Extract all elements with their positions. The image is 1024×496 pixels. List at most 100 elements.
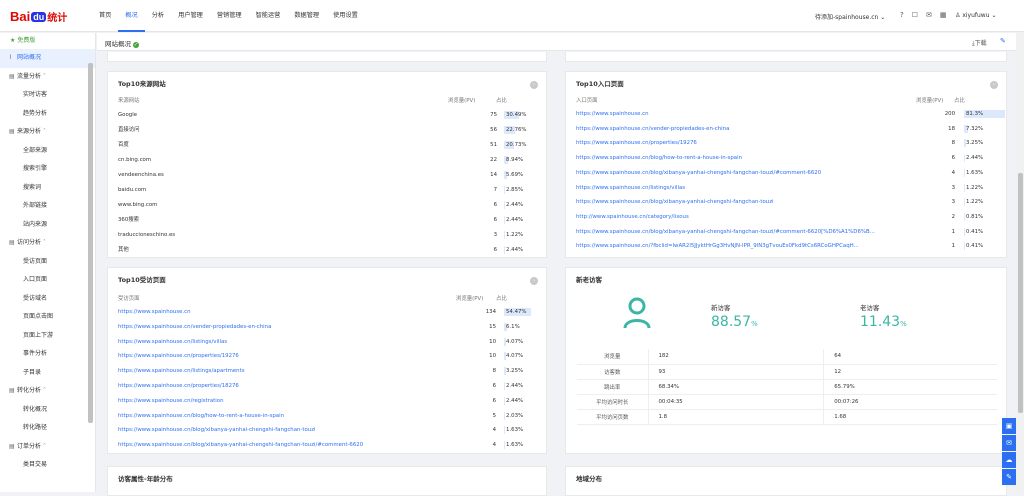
page-link[interactable]: https://www.spainhouse.cn/blog/xibanya-y…	[118, 438, 363, 452]
baidu-tongji-logo[interactable]: Baidu统计	[10, 9, 67, 23]
source-name: vendeenchina.es	[118, 168, 164, 182]
page-link[interactable]: https://www.spainhouse.cn/properties/192…	[576, 136, 697, 150]
old-visitor-pct: 11.43%	[860, 314, 907, 330]
pct-value: 1.22%	[504, 228, 523, 242]
sidebar-scrollbar[interactable]	[88, 63, 93, 423]
page-link[interactable]: https://www.spainhouse.cn	[118, 305, 191, 319]
table-row: baidu.com72.85%	[118, 183, 538, 197]
table-row: https://www.spainhouse.cn/properties/192…	[118, 349, 538, 363]
sidebar-item[interactable]: 入口页面	[0, 271, 95, 290]
page-link[interactable]: https://www.spainhouse.cn/registration	[118, 394, 223, 408]
sidebar-item[interactable]: 页面点击图	[0, 308, 95, 327]
page-link[interactable]: https://www.spainhouse.cn/properties/192…	[118, 349, 239, 363]
pct-value: 22.76%	[504, 123, 527, 137]
page-link[interactable]: https://www.spainhouse.cn	[576, 107, 649, 121]
sidebar-item[interactable]: 受访页面	[0, 253, 95, 272]
sidebar-item[interactable]: 趋势分析	[0, 105, 95, 124]
new-visitor-value: 1.8	[648, 409, 824, 424]
page-link[interactable]: https://www.spainhouse.cn/blog/how-to-re…	[118, 409, 284, 423]
help-icon[interactable]: ?	[900, 11, 904, 19]
page-link[interactable]: https://www.spainhouse.cn/blog/xibanya-y…	[118, 423, 316, 437]
page-scrollbar[interactable]	[1017, 33, 1024, 492]
page-link[interactable]: https://www.spainhouse.cn/blog/xibanya-y…	[576, 225, 875, 239]
table-row: traduccioneschino.es31.22%	[118, 228, 538, 242]
page-link[interactable]: https://www.spainhouse.cn/listings/villa…	[576, 181, 685, 195]
old-visitor-pct-value: 11.43	[860, 314, 900, 330]
nav-tab[interactable]: 概况	[118, 0, 144, 32]
phone-icon[interactable]: ☐	[912, 11, 918, 19]
main-nav: 首页概况分析用户管理营销管理智能运营数据管理使用设置	[92, 0, 365, 32]
page-link[interactable]: http://www.spainhouse.cn/category/lixous	[576, 210, 689, 224]
sidebar-item[interactable]: ▤来源分析 ˄	[0, 123, 95, 142]
nav-tab[interactable]: 分析	[145, 0, 171, 32]
nav-tab[interactable]: 智能运营	[249, 0, 288, 32]
page-scrollbar-thumb[interactable]	[1018, 173, 1023, 413]
card-title: 新老访客	[576, 274, 602, 284]
sidebar-item[interactable]: 类目交易	[0, 456, 95, 475]
sidebar-item[interactable]: 页面上下游	[0, 327, 95, 346]
page-link[interactable]: https://www.spainhouse.cn/listings/apart…	[118, 364, 245, 378]
sidebar-item[interactable]: 全部来源	[0, 142, 95, 161]
sidebar-item[interactable]: ▤访问分析 ˄	[0, 234, 95, 253]
table-row: https://www.spainhouse.cn13454.47%	[118, 305, 538, 319]
sidebar-item-label: 入口页面	[23, 276, 47, 283]
chat-icon[interactable]: ☁	[1002, 452, 1016, 468]
page-link[interactable]: https://www.spainhouse.cn/blog/how-to-re…	[576, 151, 742, 165]
nav-tab[interactable]: 首页	[92, 0, 118, 32]
sidebar-item[interactable]: 搜索词	[0, 179, 95, 198]
page-link[interactable]: https://www.spainhouse.cn/?fbclid=IwAR2l…	[576, 239, 859, 253]
calendar-icon[interactable]: ▦	[940, 11, 947, 19]
sidebar-item[interactable]: 实时访客	[0, 86, 95, 105]
sidebar-item[interactable]: 子目录	[0, 364, 95, 383]
source-name: 其他	[118, 243, 129, 257]
sidebar-item[interactable]: ▤订单分析 ˄	[0, 438, 95, 457]
site-selector[interactable]: 待添加-spainhouse.cn ⌄	[815, 12, 885, 21]
more-icon[interactable]: ›	[990, 81, 998, 89]
pv-value: 6	[935, 151, 955, 165]
nav-tab[interactable]: 营销管理	[210, 0, 249, 32]
pct-value: 2.03%	[504, 409, 523, 423]
source-name: www.bing.com	[118, 198, 157, 212]
sidebar-item[interactable]: 转化路径	[0, 419, 95, 438]
user-menu[interactable]: ♙ xiyufuwu ⌄	[955, 12, 996, 19]
mail-icon[interactable]: ✉	[1002, 435, 1016, 451]
pin-icon[interactable]: ✎	[1000, 37, 1006, 45]
page-link[interactable]: https://www.spainhouse.cn/blog/xibanya-y…	[576, 195, 774, 209]
sidebar-item[interactable]: ⌇网站概况	[0, 49, 95, 68]
table-row: https://www.spainhouse.cn/blog/xibanya-y…	[576, 166, 996, 180]
col-header-pct: 占比	[954, 96, 965, 104]
message-icon[interactable]: ✉	[926, 11, 932, 19]
sidebar-item[interactable]: 事件分析	[0, 345, 95, 364]
pct-value: 1.22%	[964, 195, 983, 209]
source-name: 直接访问	[118, 123, 140, 137]
nav-tab[interactable]: 使用设置	[326, 0, 365, 32]
page-link[interactable]: https://www.spainhouse.cn/blog/xibanya-y…	[576, 166, 821, 180]
sidebar-item[interactable]: 受访域名	[0, 290, 95, 309]
sidebar-item-label: 转化分析	[17, 387, 41, 394]
page-link[interactable]: https://www.spainhouse.cn/properties/182…	[118, 379, 239, 393]
clipboard-icon[interactable]: ▣	[1002, 418, 1016, 434]
sidebar-item[interactable]: 转化概况	[0, 401, 95, 420]
download-button[interactable]: ⤓下载	[972, 38, 987, 48]
page-link[interactable]: https://www.spainhouse.cn/listings/villa…	[118, 335, 227, 349]
pct-value: 4.07%	[504, 349, 523, 363]
page-title-text: 网站概况	[105, 40, 131, 48]
feedback-icon[interactable]: ✎	[1002, 469, 1016, 485]
top10-sources-card: Top10来源网站 › 来源网站 浏览量(PV) 占比 Google7530.4…	[107, 71, 547, 258]
sidebar-item[interactable]: ▤转化分析 ˄	[0, 382, 95, 401]
nav-tab[interactable]: 用户管理	[171, 0, 210, 32]
nav-tab[interactable]: 数据管理	[287, 0, 326, 32]
table-row: 直接访问5622.76%	[118, 123, 538, 137]
sidebar-item[interactable]: 站内来源	[0, 216, 95, 235]
pct-value: 0.41%	[964, 239, 983, 253]
sidebar-item[interactable]: 搜索引擎	[0, 160, 95, 179]
page-link[interactable]: https://www.spainhouse.cn/vender-propied…	[576, 122, 729, 136]
sidebar: ★ 免费版 ⌇网站概况▤流量分析 ˄实时访客趋势分析▤来源分析 ˄全部来源搜索引…	[0, 33, 96, 492]
sidebar-item[interactable]: ▤流量分析 ˄	[0, 68, 95, 87]
page-link[interactable]: https://www.spainhouse.cn/vender-propied…	[118, 320, 271, 334]
more-icon[interactable]: ›	[530, 81, 538, 89]
sidebar-item[interactable]: 外部链接	[0, 197, 95, 216]
more-icon[interactable]: ›	[530, 277, 538, 285]
sidebar-item-label: 受访页面	[23, 258, 47, 265]
free-version-badge[interactable]: ★ 免费版	[0, 33, 95, 49]
